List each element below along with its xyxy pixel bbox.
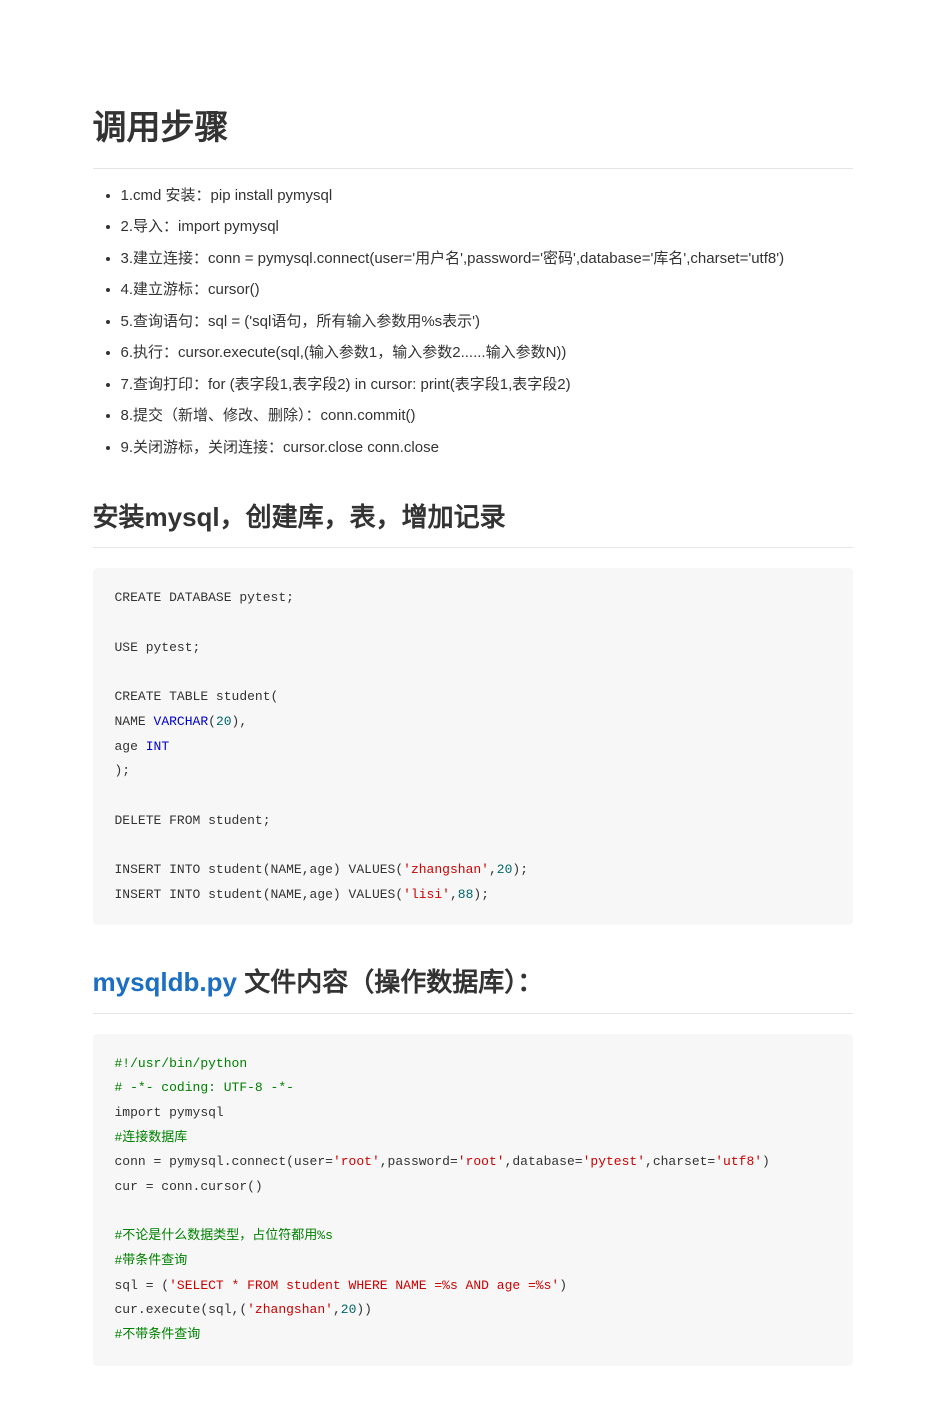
code-comment: #带条件查询 [115,1253,188,1268]
code-number: 20 [497,862,513,877]
filename-link[interactable]: mysqldb.py [93,967,237,997]
code-number: 20 [341,1302,357,1317]
heading-install-mysql: 安装mysql，创建库，表，增加记录 [93,495,853,548]
code-text: ,password= [380,1154,458,1169]
code-text: ), [232,714,248,729]
code-line: INSERT INTO student(NAME,age) VALUES( [115,862,404,877]
code-text: ) [559,1278,567,1293]
code-string: 'utf8' [715,1154,762,1169]
code-string: 'zhangshan' [403,862,489,877]
code-comment: #!/usr/bin/python [115,1056,248,1071]
code-text: , [333,1302,341,1317]
code-text: ,charset= [645,1154,715,1169]
code-number: 20 [216,714,232,729]
heading-steps: 调用步骤 [93,100,853,169]
code-line: CREATE DATABASE pytest; [115,590,294,605]
code-line: cur = conn.cursor() [115,1179,263,1194]
code-line: sql = ( [115,1278,170,1293]
heading-mysqldb-py: mysqldb.py 文件内容（操作数据库）： [93,960,853,1013]
code-text: , [489,862,497,877]
code-text: ( [208,714,216,729]
code-text: ,database= [505,1154,583,1169]
list-item: 6.执行：cursor.execute(sql,(输入参数1，输入参数2....… [121,340,853,366]
code-line: USE pytest; [115,640,201,655]
list-item: 2.导入：import pymysql [121,214,853,240]
list-item: 7.查询打印：for (表字段1,表字段2) in cursor: print(… [121,372,853,398]
code-block-sql: CREATE DATABASE pytest; USE pytest; CREA… [93,568,853,925]
code-comment: #连接数据库 [115,1130,188,1145]
code-line: cur.execute(sql,( [115,1302,248,1317]
code-line: conn = pymysql.connect(user= [115,1154,333,1169]
list-item: 5.查询语句：sql = ('sql语句，所有输入参数用%s表示') [121,309,853,335]
code-string: 'root' [333,1154,380,1169]
code-line: ); [115,763,131,778]
code-text: ) [762,1154,770,1169]
code-line: CREATE TABLE student( [115,689,279,704]
page: 调用步骤 1.cmd 安装：pip install pymysql 2.导入：i… [53,0,893,1426]
code-block-python: #!/usr/bin/python # -*- coding: UTF-8 -*… [93,1034,853,1366]
list-item: 9.关闭游标，关闭连接：cursor.close conn.close [121,435,853,461]
code-keyword: INT [146,739,169,754]
code-line: import pymysql [115,1105,224,1120]
code-text: ); [512,862,528,877]
list-item: 8.提交（新增、修改、删除）：conn.commit() [121,403,853,429]
code-comment: # -*- coding: UTF-8 -*- [115,1080,294,1095]
list-item: 3.建立连接：conn = pymysql.connect(user='用户名'… [121,246,853,272]
list-item: 1.cmd 安装：pip install pymysql [121,183,853,209]
code-text: , [450,887,458,902]
code-text: )) [356,1302,372,1317]
code-string: 'pytest' [583,1154,645,1169]
code-line: age [115,739,146,754]
list-item: 4.建立游标：cursor() [121,277,853,303]
code-comment: #不论是什么数据类型，占位符都用%s [115,1228,333,1243]
code-string: 'SELECT * FROM student WHERE NAME =%s AN… [169,1278,559,1293]
steps-list: 1.cmd 安装：pip install pymysql 2.导入：import… [93,183,853,461]
code-string: 'lisi' [403,887,450,902]
code-comment: #不带条件查询 [115,1327,201,1342]
heading-rest: 文件内容（操作数据库）： [237,967,543,997]
code-number: 88 [458,887,474,902]
code-line: NAME [115,714,154,729]
code-line: DELETE FROM student; [115,813,271,828]
code-string: 'zhangshan' [247,1302,333,1317]
code-line: INSERT INTO student(NAME,age) VALUES( [115,887,404,902]
code-keyword: VARCHAR [154,714,209,729]
code-text: ); [473,887,489,902]
code-string: 'root' [458,1154,505,1169]
